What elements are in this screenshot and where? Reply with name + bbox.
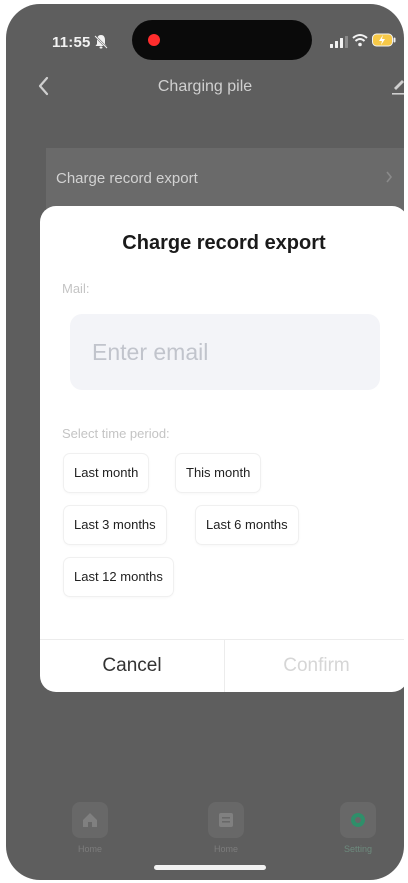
mail-label: Mail: [62,281,90,296]
tab-home: Home [50,802,130,854]
settings-icon [340,802,376,838]
battery-charging-icon [372,33,396,47]
wifi-icon [352,33,368,47]
page-title: Charging pile [157,78,253,95]
period-last-month[interactable]: Last month [64,454,149,492]
dynamic-island [132,20,312,60]
tab-bar: Home Home Setting [6,794,404,864]
status-time: 11:55 [52,34,91,51]
period-last-6-months[interactable]: Last 6 months [196,506,298,544]
period-this-month[interactable]: This month [176,454,261,492]
period-last-3-months[interactable]: Last 3 months [64,506,166,544]
bell-silent-icon [94,34,108,50]
edit-icon[interactable] [390,76,404,96]
email-input[interactable] [70,314,380,390]
charge-record-export-row: Charge record export [46,148,404,210]
chevron-right-icon [384,168,394,186]
card-icon [208,802,244,838]
export-dialog: Charge record export Mail: Select time p… [40,206,404,692]
recording-indicator-icon [148,34,160,46]
dialog-title: Charge record export [122,232,326,254]
confirm-button[interactable]: Confirm [225,640,404,692]
row-label: Charge record export [56,170,198,187]
cellular-signal-icon [330,35,348,48]
tab-setting: Setting [318,802,398,854]
tab-label-setting: Setting [343,844,373,854]
time-period-label: Select time period: [62,426,170,441]
period-last-12-months[interactable]: Last 12 months [64,558,173,596]
navigation-bar: Charging pile [6,66,404,110]
home-indicator[interactable] [154,865,266,870]
tab-label-home: Home [77,844,102,854]
tab-label-records: Home [213,844,238,854]
status-bar: 11:55 [6,4,404,72]
cancel-button[interactable]: Cancel [40,640,224,692]
phone-screen: 11:55 Charging pile Charge record export… [6,4,404,880]
home-icon [72,802,108,838]
tab-records: Home [186,802,266,854]
